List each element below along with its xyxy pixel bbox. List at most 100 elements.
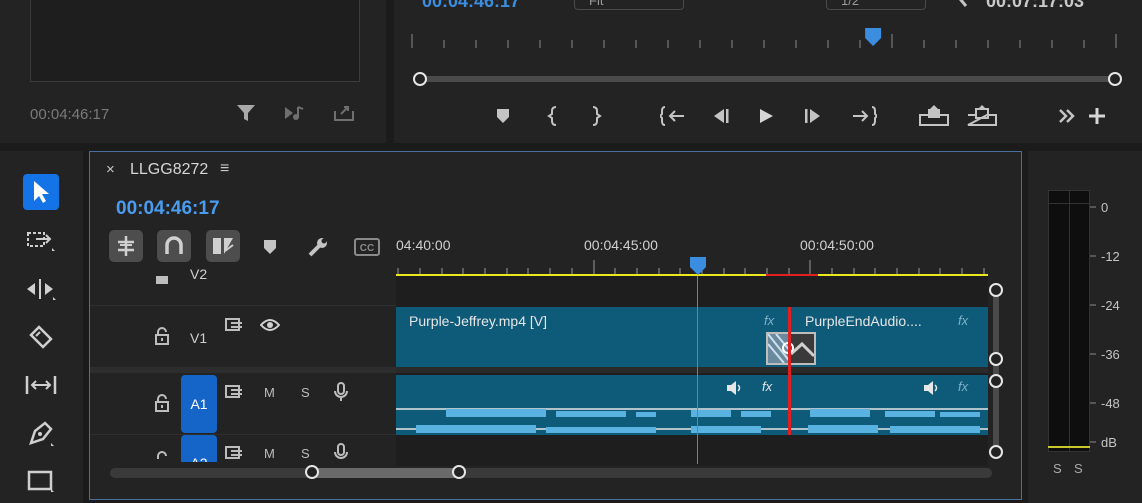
add-button-icon[interactable] xyxy=(1088,107,1106,125)
track-select-tool-icon[interactable] xyxy=(23,223,59,259)
step-forward-icon[interactable] xyxy=(804,108,824,124)
audio-clip[interactable]: fx xyxy=(396,375,788,435)
db-scale-label: -24 xyxy=(1101,298,1120,313)
filter-icon[interactable] xyxy=(235,102,257,124)
nest-sequences-icon[interactable] xyxy=(109,230,143,262)
svg-text:CC: CC xyxy=(360,243,374,254)
meter-ticks xyxy=(1090,206,1096,443)
program-playhead[interactable] xyxy=(865,28,882,46)
db-scale-label: -12 xyxy=(1101,249,1120,264)
add-marker-icon[interactable] xyxy=(496,108,510,124)
zoom-select[interactable]: Fit xyxy=(574,0,684,10)
resolution-select-value: 1/2 xyxy=(841,0,860,8)
insert-audio-icon[interactable] xyxy=(284,104,308,122)
video-clip[interactable]: PurpleEndAudio.... fx xyxy=(790,307,988,367)
zoom-handle-left[interactable] xyxy=(305,465,319,479)
add-marker-icon[interactable] xyxy=(263,239,277,255)
zoom-handle-left[interactable] xyxy=(413,72,427,86)
mark-out-icon[interactable] xyxy=(589,106,603,126)
track-a2-header: A2 M S xyxy=(90,435,396,462)
panel-menu-icon[interactable]: ≡ xyxy=(220,160,229,178)
lock-icon[interactable] xyxy=(154,451,170,462)
timeline-timecode[interactable]: 00:04:46:17 xyxy=(116,198,220,220)
program-zoom-scrollbar[interactable] xyxy=(420,76,1116,82)
level-floor xyxy=(1048,446,1090,448)
db-scale-label: 0 xyxy=(1101,200,1109,215)
slip-tool-icon[interactable] xyxy=(23,367,59,403)
track-label-v1[interactable]: V1 xyxy=(190,330,207,346)
zoom-handle-right[interactable] xyxy=(1108,72,1122,86)
program-timecode[interactable]: 00:04:46:17 xyxy=(422,0,520,12)
track-target-a1[interactable]: A1 xyxy=(181,375,217,433)
keyframe-speaker-icon xyxy=(726,381,744,395)
solo-button[interactable]: S xyxy=(301,385,310,400)
horizontal-scrollbar[interactable] xyxy=(110,468,992,478)
pen-tool-icon[interactable] xyxy=(23,415,59,451)
export-frame-icon[interactable] xyxy=(333,103,355,123)
scroll-handle[interactable] xyxy=(989,352,1003,366)
fx-badge: fx xyxy=(958,313,969,328)
zoom-select-value: Fit xyxy=(589,0,604,8)
rectangle-tool-icon[interactable] xyxy=(23,463,59,499)
track-label-v2: V2 xyxy=(190,266,208,282)
wrench-icon[interactable] xyxy=(954,0,970,8)
scroll-handle[interactable] xyxy=(989,374,1003,388)
eye-icon[interactable] xyxy=(260,318,280,332)
lift-icon[interactable] xyxy=(919,105,949,127)
wrench-icon[interactable] xyxy=(307,236,329,258)
go-to-in-icon[interactable] xyxy=(660,106,686,126)
ruler-label: 00:04:45:00 xyxy=(584,237,658,253)
lock-icon[interactable] xyxy=(154,327,170,345)
sync-lock-icon[interactable] xyxy=(225,445,245,461)
transition-thumbnail[interactable] xyxy=(766,332,816,365)
audio-meter-panel: 0 -12 -24 -36 -48 dB S S xyxy=(1028,151,1142,503)
more-controls-icon[interactable] xyxy=(1058,108,1076,124)
clip-name: Purple-Jeffrey.mp4 [V] xyxy=(409,313,547,329)
microphone-icon[interactable] xyxy=(333,382,349,402)
linked-selection-icon[interactable] xyxy=(206,230,240,262)
lock-icon[interactable] xyxy=(154,276,170,286)
extract-icon[interactable] xyxy=(967,105,997,127)
step-back-icon[interactable] xyxy=(710,108,730,124)
mute-button[interactable]: M xyxy=(264,446,275,461)
fx-badge: fx xyxy=(762,379,773,394)
playhead-line xyxy=(697,276,698,464)
program-duration: 00:07:17:03 xyxy=(986,0,1085,11)
lock-icon[interactable] xyxy=(154,394,170,412)
ruler-label: 00:04:50:00 xyxy=(800,237,874,253)
program-mini-ruler[interactable] xyxy=(410,28,1122,52)
audio-waveform xyxy=(790,408,988,433)
audio-clip[interactable]: fx xyxy=(790,375,988,435)
edit-point[interactable] xyxy=(788,307,791,435)
microphone-icon[interactable] xyxy=(333,443,349,462)
sequence-tab-title[interactable]: LLGG8272 xyxy=(130,161,208,179)
program-monitor: 00:04:46:17 Fit 1/2 00:07:17:03 xyxy=(394,0,1142,143)
mark-in-icon[interactable] xyxy=(546,106,560,126)
scrollbar-thumb[interactable] xyxy=(312,468,460,478)
selection-tool-icon[interactable] xyxy=(23,174,59,210)
go-to-out-icon[interactable] xyxy=(851,106,877,126)
zoom-handle-right[interactable] xyxy=(452,465,466,479)
captions-icon[interactable]: CC xyxy=(354,238,380,256)
resolution-select[interactable]: 1/2 xyxy=(826,0,926,10)
ripple-edit-tool-icon[interactable] xyxy=(23,271,59,307)
solo-button[interactable]: S xyxy=(1074,461,1083,476)
sync-lock-icon[interactable] xyxy=(225,384,245,400)
sync-lock-icon[interactable] xyxy=(225,317,245,333)
video-clip[interactable]: Purple-Jeffrey.mp4 [V] fx xyxy=(396,307,788,367)
solo-button[interactable]: S xyxy=(1053,461,1062,476)
scroll-handle[interactable] xyxy=(989,445,1003,459)
vertical-scrollbar[interactable] xyxy=(993,292,999,452)
timeline-playhead[interactable] xyxy=(689,256,707,276)
close-icon[interactable]: × xyxy=(106,161,115,178)
razor-tool-icon[interactable] xyxy=(23,319,59,355)
track-target-a2[interactable]: A2 xyxy=(181,435,217,462)
play-icon[interactable] xyxy=(758,108,774,124)
source-video-frame xyxy=(30,0,360,82)
source-timecode[interactable]: 00:04:46:17 xyxy=(30,106,109,123)
db-scale-label: -48 xyxy=(1101,396,1120,411)
mute-button[interactable]: M xyxy=(264,385,275,400)
scroll-handle[interactable] xyxy=(989,283,1003,297)
solo-button[interactable]: S xyxy=(301,446,310,461)
snap-icon[interactable] xyxy=(157,230,191,262)
